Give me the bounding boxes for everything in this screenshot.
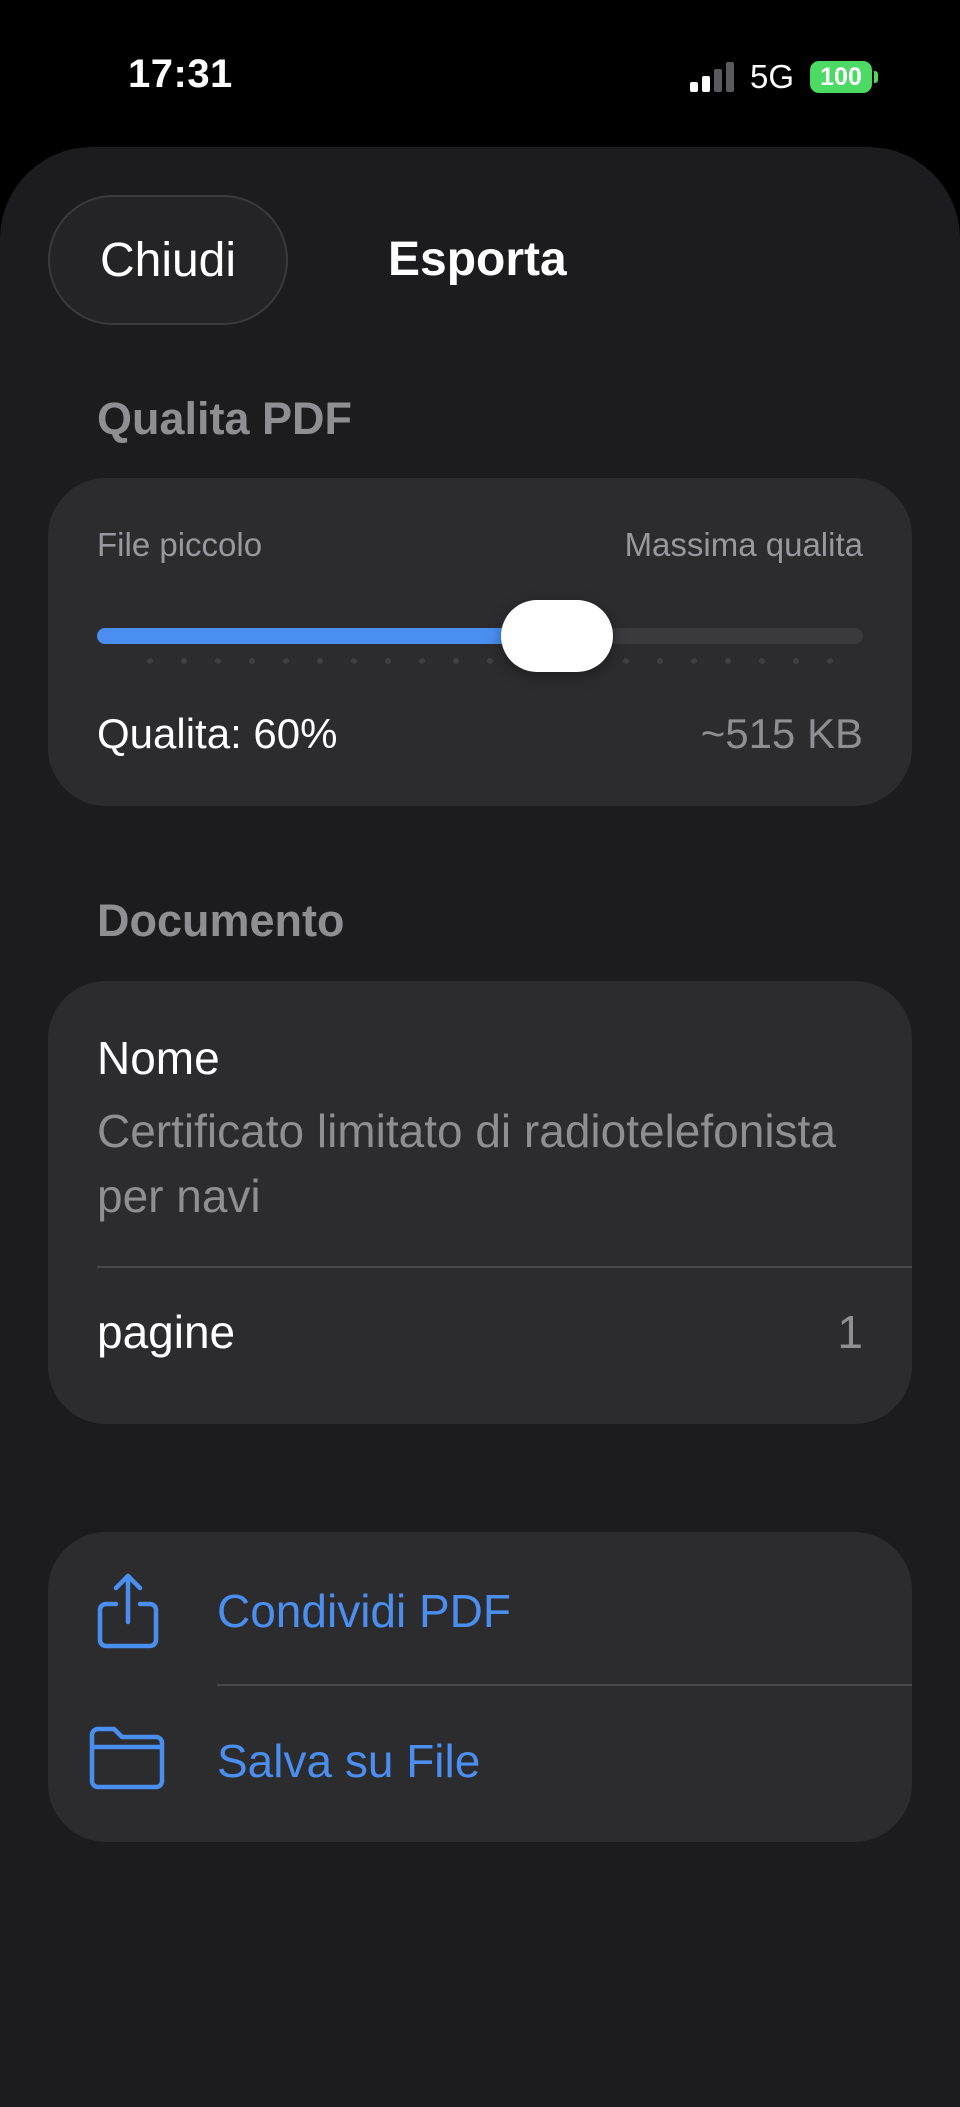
- signal-bar: [690, 82, 698, 92]
- divider: [217, 1684, 912, 1686]
- folder-icon: [89, 1726, 165, 1790]
- slider-tick: [793, 658, 799, 664]
- share-pdf-label: Condividi PDF: [217, 1585, 511, 1637]
- slider-tick: [691, 658, 697, 664]
- slider-tick: [385, 658, 391, 664]
- slider-tick: [181, 658, 187, 664]
- slider-tick: [487, 658, 493, 664]
- slider-thumb[interactable]: [500, 600, 613, 672]
- network-type: 5G: [750, 58, 795, 95]
- document-section-header: Documento: [97, 895, 345, 946]
- slider-tick: [317, 658, 323, 664]
- slider-tick: [623, 658, 629, 664]
- slider-tick: [759, 658, 765, 664]
- signal-bar: [726, 62, 734, 92]
- document-name-value: Certificato limitato di radiotelefonista…: [97, 1105, 836, 1222]
- pages-value: 1: [837, 1306, 863, 1358]
- battery-tip: [874, 71, 878, 83]
- share-pdf-button[interactable]: Condividi PDF: [48, 1532, 912, 1687]
- quality-section-header: Qualita PDF: [97, 393, 353, 444]
- cellular-signal-icon: [690, 62, 734, 92]
- status-time: 17:31: [128, 52, 233, 96]
- slider-tick: [147, 658, 153, 664]
- slider-tick: [215, 658, 221, 664]
- quality-slider[interactable]: [97, 628, 863, 644]
- slider-ticks: [97, 658, 863, 666]
- battery-level: 100: [820, 63, 862, 91]
- slider-tick: [351, 658, 357, 664]
- divider: [97, 1266, 912, 1268]
- save-to-files-button[interactable]: Salva su File: [48, 1687, 912, 1842]
- signal-bar: [702, 76, 710, 92]
- signal-bar: [714, 69, 722, 92]
- share-icon: [97, 1573, 159, 1649]
- slider-min-label: File piccolo: [97, 526, 263, 563]
- slider-tick: [657, 658, 663, 664]
- estimated-size: ~515 KB: [700, 710, 863, 757]
- status-bar: 17:31 5G 100: [0, 0, 960, 150]
- quality-value: Qualita: 60%: [97, 710, 338, 757]
- page-title: Esporta: [388, 233, 567, 286]
- slider-tick: [725, 658, 731, 664]
- save-to-files-label: Salva su File: [217, 1735, 481, 1787]
- slider-fill: [97, 628, 557, 644]
- document-name-label: Nome: [97, 1032, 220, 1084]
- slider-tick: [419, 658, 425, 664]
- slider-max-label: Massima qualita: [624, 526, 863, 563]
- battery-icon: 100: [810, 61, 872, 93]
- quality-card: File piccolo Massima qualita Qualita: 60…: [48, 478, 912, 806]
- slider-tick: [453, 658, 459, 664]
- slider-tick: [283, 658, 289, 664]
- document-card: Nome Certificato limitato di radiotelefo…: [48, 981, 912, 1424]
- slider-tick: [827, 658, 833, 664]
- close-button[interactable]: Chiudi: [48, 195, 288, 325]
- pages-label: pagine: [97, 1306, 236, 1358]
- actions-card: Condividi PDF Salva su File: [48, 1532, 912, 1842]
- slider-tick: [249, 658, 255, 664]
